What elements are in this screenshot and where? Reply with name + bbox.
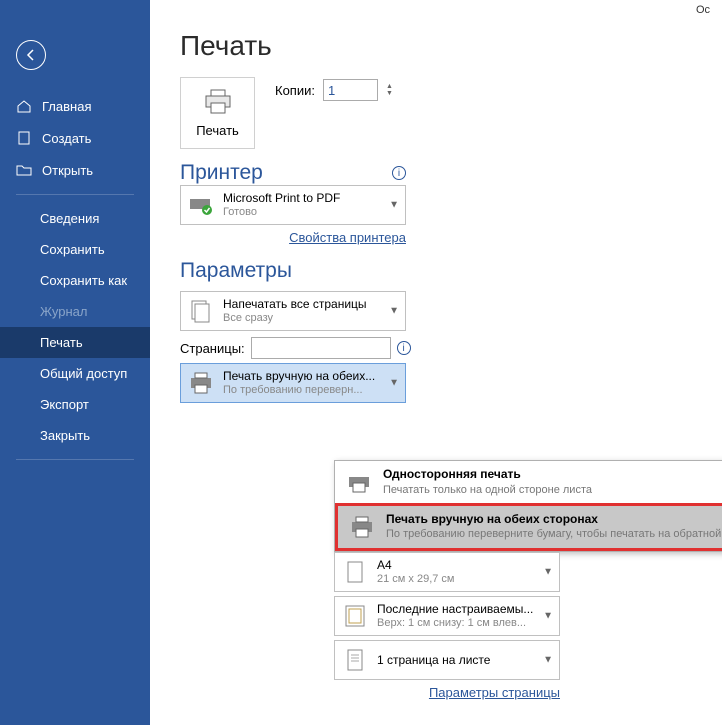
sidebar: Главная Создать Открыть Сведения Сохрани… [0, 0, 150, 725]
sidebar-label: Закрыть [40, 428, 90, 443]
sidebar-item-export[interactable]: Экспорт [0, 389, 150, 420]
popup-sub: Печатать только на одной стороне листа [383, 483, 592, 497]
printer-dropdown[interactable]: Microsoft Print to PDF Готово ▼ [180, 185, 406, 225]
margins-dropdown[interactable]: Последние настраиваемы... Верх: 1 см сни… [334, 596, 560, 636]
sidebar-label: Главная [42, 99, 91, 114]
popup-sub: По требованию переверните бумагу, чтобы … [386, 527, 722, 541]
sidebar-label: Сохранить [40, 242, 105, 257]
popup-title: Печать вручную на обеих сторонах [386, 512, 722, 528]
chevron-down-icon: ▼ [389, 306, 399, 317]
page-parameters-link[interactable]: Параметры страницы [429, 685, 560, 700]
parameters-heading: Параметры [180, 259, 722, 283]
single-page-icon [341, 646, 369, 674]
sidebar-label: Создать [42, 131, 91, 146]
dd-sub: 21 см x 29,7 см [377, 573, 455, 587]
sidebar-item-history[interactable]: Журнал [0, 296, 150, 327]
pages-input[interactable] [251, 337, 391, 359]
sidebar-item-save[interactable]: Сохранить [0, 234, 150, 265]
popup-title: Односторонняя печать [383, 467, 592, 483]
duplex-option-single[interactable]: Односторонняя печать Печатать только на … [335, 461, 722, 503]
margins-icon [341, 602, 369, 630]
printer-heading: Принтер [180, 161, 263, 185]
copies-input[interactable] [323, 79, 378, 101]
sidebar-label: Общий доступ [40, 366, 127, 381]
printer-status: Готово [223, 206, 340, 220]
pages-label: Страницы: [180, 341, 245, 356]
dd-main: 1 страница на листе [377, 653, 490, 668]
copies-label: Копии: [275, 83, 315, 98]
page-title: Печать [180, 30, 722, 62]
back-button[interactable] [16, 40, 46, 70]
info-icon[interactable]: i [397, 341, 411, 355]
duplex-option-manual-both[interactable]: Печать вручную на обеих сторонах По треб… [335, 503, 722, 551]
arrow-left-icon [23, 47, 39, 63]
print-button[interactable]: Печать [180, 77, 255, 149]
sidebar-label: Открыть [42, 163, 93, 178]
spinner-up-icon[interactable]: ▲ [386, 83, 393, 90]
pages-per-sheet-dropdown[interactable]: 1 страница на листе ▼ [334, 640, 560, 680]
chevron-down-icon: ▼ [543, 567, 553, 578]
sidebar-label: Журнал [40, 304, 87, 319]
home-icon [16, 98, 32, 114]
dd-main: Последние настраиваемы... [377, 602, 533, 617]
sidebar-item-info[interactable]: Сведения [0, 203, 150, 234]
print-button-label: Печать [196, 123, 239, 138]
title-bar-fragment: Ос [696, 4, 710, 16]
duplex-printer-icon [187, 369, 215, 397]
print-range-dropdown[interactable]: Напечатать все страницы Все сразу ▼ [180, 291, 406, 331]
paper-icon [341, 558, 369, 586]
chevron-down-icon: ▼ [389, 378, 399, 389]
printer-name: Microsoft Print to PDF [223, 191, 340, 206]
duplex-manual-icon [348, 513, 376, 541]
sidebar-item-close[interactable]: Закрыть [0, 420, 150, 451]
printer-icon [203, 89, 233, 115]
paper-size-dropdown[interactable]: А4 21 см x 29,7 см ▼ [334, 552, 560, 592]
sidebar-item-print[interactable]: Печать [0, 327, 150, 358]
sidebar-label: Сохранить как [40, 273, 127, 288]
dd-main: Печать вручную на обеих... [223, 369, 375, 384]
duplex-dropdown-popup: Односторонняя печать Печатать только на … [334, 460, 722, 552]
single-side-icon [345, 468, 373, 496]
main-panel: Печать Печать Копии: ▲ ▼ Принтер i [150, 0, 722, 725]
dd-main: Напечатать все страницы [223, 297, 367, 312]
printer-status-icon [187, 191, 215, 219]
sidebar-label: Сведения [40, 211, 99, 226]
duplex-dropdown[interactable]: Печать вручную на обеих... По требованию… [180, 363, 406, 403]
sidebar-label: Экспорт [40, 397, 89, 412]
dd-sub: Все сразу [223, 312, 367, 326]
dd-sub: Верх: 1 см снизу: 1 см влев... [377, 617, 533, 631]
printer-properties-link[interactable]: Свойства принтера [289, 230, 406, 245]
sidebar-item-home[interactable]: Главная [0, 90, 150, 122]
chevron-down-icon: ▼ [389, 200, 399, 211]
pages-icon [187, 297, 215, 325]
chevron-down-icon: ▼ [543, 611, 553, 622]
chevron-down-icon: ▼ [543, 655, 553, 666]
info-icon[interactable]: i [392, 166, 406, 180]
sidebar-item-open[interactable]: Открыть [0, 154, 150, 186]
sidebar-label: Печать [40, 335, 83, 350]
sidebar-item-new[interactable]: Создать [0, 122, 150, 154]
document-icon [16, 130, 32, 146]
sidebar-item-saveas[interactable]: Сохранить как [0, 265, 150, 296]
folder-open-icon [16, 162, 32, 178]
sidebar-item-share[interactable]: Общий доступ [0, 358, 150, 389]
spinner-down-icon[interactable]: ▼ [386, 90, 393, 97]
dd-main: А4 [377, 558, 455, 573]
dd-sub: По требованию переверн... [223, 384, 375, 398]
